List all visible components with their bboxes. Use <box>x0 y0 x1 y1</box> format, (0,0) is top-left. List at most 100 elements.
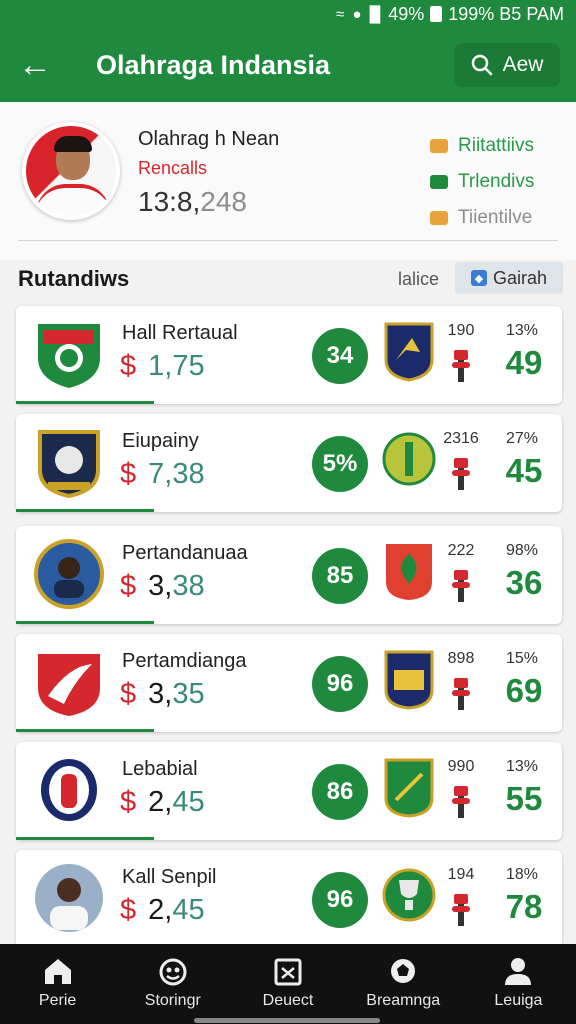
price-value: 3,35 <box>148 678 205 710</box>
big-value: 36 <box>505 564 543 601</box>
nav-label: Breamnga <box>366 992 441 1009</box>
stat-count: 194 <box>447 866 475 883</box>
price-value: 2,45 <box>148 786 205 818</box>
section-link[interactable]: lalice <box>398 269 439 290</box>
big-value: 78 <box>505 888 543 925</box>
currency-sign: $ <box>120 894 137 926</box>
filter-label: Gairah <box>492 267 548 288</box>
team-card[interactable]: Lebabial $2,45 86 990 13% 55 <box>16 742 562 840</box>
team-card[interactable]: Hall Rertaual $1,75 34 190 13% 49 <box>16 306 562 404</box>
home-icon <box>41 956 75 986</box>
pin-icon[interactable] <box>452 894 470 926</box>
opponent-crest <box>382 648 436 710</box>
team-crest <box>34 862 104 934</box>
team-crest <box>34 538 104 610</box>
opponent-crest <box>382 428 436 490</box>
team-card[interactable]: Eiupainy $7,38 5% 2316 27% 45 <box>16 414 562 512</box>
divider <box>18 240 558 241</box>
team-price: $7,38 <box>120 458 205 491</box>
profile-count: 13:8,248 <box>138 186 247 217</box>
games-icon <box>156 956 190 986</box>
stat-percent: 13% <box>505 758 539 775</box>
stat-count: 990 <box>447 758 475 775</box>
team-crest <box>34 426 104 499</box>
price-value: 2,45 <box>148 894 205 926</box>
opponent-crest <box>382 756 436 818</box>
tag-label: Riitattiivs <box>458 135 535 156</box>
score-badge[interactable]: 96 <box>312 872 368 928</box>
currency-sign: $ <box>120 350 137 382</box>
stat-count: 190 <box>447 322 475 339</box>
big-value: 69 <box>505 672 543 709</box>
avatar[interactable] <box>22 122 120 220</box>
score-badge[interactable]: 85 <box>312 548 368 604</box>
app-bar: ← Olahraga Indansia Aew <box>0 28 576 102</box>
tag-icon <box>430 211 448 225</box>
currency-sign: $ <box>120 458 137 490</box>
profile-tag[interactable]: Tiientilve <box>430 200 534 236</box>
profile-tag[interactable]: Riitattiivs <box>430 128 534 164</box>
team-crest <box>34 318 104 390</box>
nav-label: Leuiga <box>494 992 543 1009</box>
progress-bar <box>16 837 154 840</box>
ball-icon <box>386 956 420 986</box>
back-button[interactable]: ← <box>0 28 70 102</box>
status-bar: ≈ ● █ 49% 199% B5 PAM <box>0 0 576 28</box>
stat-count: 2316 <box>443 430 479 447</box>
stat-percent: 15% <box>505 650 539 667</box>
team-card[interactable]: Pertandanuaa $3,38 85 222 98% 36 <box>16 526 562 624</box>
tag-label: Trlendivs <box>458 171 535 192</box>
progress-bar <box>16 729 154 732</box>
opponent-crest <box>382 540 436 602</box>
team-card[interactable]: Pertamdianga $3,35 96 898 15% 69 <box>16 634 562 732</box>
team-card[interactable]: Kall Senpil $2,45 96 194 18% 78 <box>16 850 562 948</box>
currency-sign: $ <box>120 678 137 710</box>
team-price: $3,38 <box>120 570 205 603</box>
nav-item-home[interactable]: Perie <box>0 944 115 1024</box>
filter-button[interactable]: ◆ Gairah <box>455 262 563 294</box>
pin-icon[interactable] <box>452 786 470 818</box>
nav-label: Storingr <box>144 992 201 1009</box>
nav-label: Deuect <box>262 992 314 1009</box>
opponent-crest <box>382 864 436 926</box>
section-header: Rutandiws lalice ◆ Gairah <box>0 260 576 300</box>
team-price: $1,75 <box>120 350 205 383</box>
score-badge[interactable]: 96 <box>312 656 368 712</box>
tag-icon <box>430 139 448 153</box>
section-title: Rutandiws <box>18 266 130 291</box>
score-badge[interactable]: 34 <box>312 328 368 384</box>
opponent-crest <box>382 320 436 382</box>
team-name: Hall Rertaual <box>122 322 238 344</box>
stat-count: 898 <box>447 650 475 667</box>
big-value: 49 <box>505 344 543 381</box>
currency-sign: $ <box>120 570 137 602</box>
pin-icon[interactable] <box>452 350 470 382</box>
ticket-icon <box>271 956 305 986</box>
team-crest <box>34 646 104 718</box>
nav-item-games[interactable]: Storingr <box>115 944 230 1024</box>
progress-bar <box>16 621 154 624</box>
pin-icon[interactable] <box>452 570 470 602</box>
score-badge[interactable]: 5% <box>312 436 368 492</box>
team-name: Eiupainy <box>122 430 199 452</box>
nav-item-ticket[interactable]: Deuect <box>230 944 345 1024</box>
profile-card: Olahrag h Nean Rencalls 13:8,248 Riitatt… <box>0 102 576 260</box>
team-price: $3,35 <box>120 678 205 711</box>
team-name: Pertandanuaa <box>122 542 248 564</box>
nav-item-ball[interactable]: Breamnga <box>346 944 461 1024</box>
pin-icon[interactable] <box>452 678 470 710</box>
team-name: Kall Senpil <box>122 866 217 888</box>
bottom-nav: Perie Storingr Deuect Breamnga Leuiga <box>0 944 576 1024</box>
search-icon <box>471 54 492 76</box>
pin-icon[interactable] <box>452 458 470 490</box>
team-name: Lebabial <box>122 758 198 780</box>
score-badge[interactable]: 86 <box>312 764 368 820</box>
profile-tag[interactable]: Trlendivs <box>430 164 534 200</box>
search-button[interactable]: Aew <box>454 43 560 87</box>
stat-percent: 27% <box>505 430 539 447</box>
battery-icon <box>430 6 443 22</box>
nav-item-profile[interactable]: Leuiga <box>461 944 576 1024</box>
price-value: 1,75 <box>148 350 205 382</box>
profile-icon <box>501 956 535 986</box>
stat-percent: 13% <box>505 322 539 339</box>
